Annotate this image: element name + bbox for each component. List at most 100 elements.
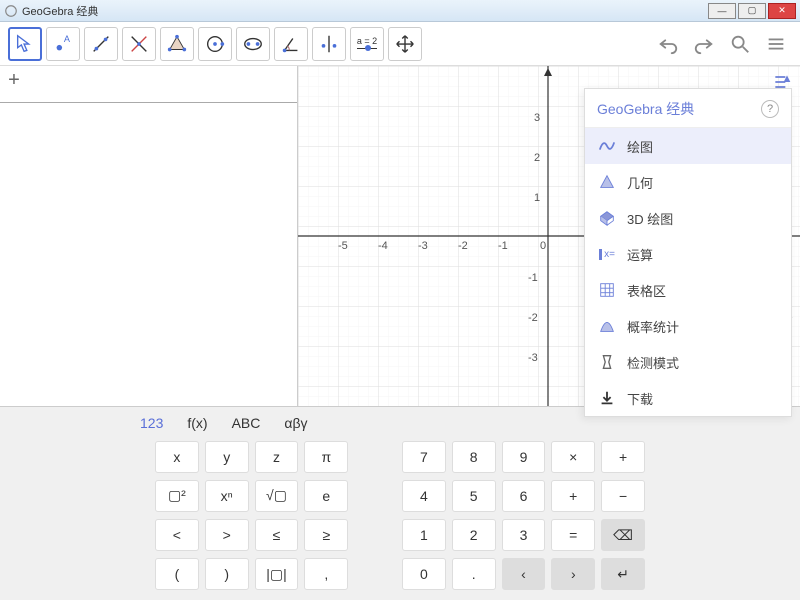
kb-tab-123[interactable]: 123 bbox=[140, 415, 163, 431]
3d-icon bbox=[597, 208, 617, 228]
maximize-button[interactable]: ▢ bbox=[738, 3, 766, 19]
tool-slider[interactable]: a = 2 bbox=[350, 27, 384, 61]
key-gap bbox=[354, 480, 396, 512]
menu-item-probability[interactable]: 概率统计 bbox=[585, 308, 791, 344]
key-⌫[interactable]: ⌫ bbox=[601, 519, 645, 551]
titlebar: GeoGebra 经典 — ▢ ✕ bbox=[0, 0, 800, 22]
key-8[interactable]: 8 bbox=[452, 441, 496, 473]
graphing-icon bbox=[597, 136, 617, 156]
menu-title: GeoGebra 经典 bbox=[597, 99, 761, 119]
key-<[interactable]: < bbox=[155, 519, 199, 551]
menu-label: 概率统计 bbox=[627, 317, 679, 336]
tool-move[interactable] bbox=[8, 27, 42, 61]
key-6[interactable]: 6 bbox=[502, 480, 546, 512]
menu-label: 绘图 bbox=[627, 137, 653, 156]
tool-ellipse[interactable] bbox=[236, 27, 270, 61]
key-)[interactable]: ) bbox=[205, 558, 249, 590]
axis-label: -1 bbox=[528, 272, 538, 284]
help-button[interactable]: ? bbox=[761, 100, 779, 118]
key-=[interactable]: = bbox=[551, 519, 595, 551]
algebra-view: + bbox=[0, 66, 298, 406]
tool-point[interactable]: A bbox=[46, 27, 80, 61]
key-×[interactable]: × bbox=[551, 441, 595, 473]
geometry-icon bbox=[597, 172, 617, 192]
exam-icon bbox=[597, 352, 617, 372]
tool-perpendicular[interactable] bbox=[122, 27, 156, 61]
menu-label: 运算 bbox=[627, 245, 653, 264]
menu-item-spreadsheet[interactable]: 表格区 bbox=[585, 272, 791, 308]
key-▢²[interactable]: ▢² bbox=[155, 480, 199, 512]
menu-item-3d[interactable]: 3D 绘图 bbox=[585, 200, 791, 236]
key-y[interactable]: y bbox=[205, 441, 249, 473]
key-π[interactable]: π bbox=[304, 441, 348, 473]
cas-icon: x= bbox=[597, 244, 617, 264]
minimize-button[interactable]: — bbox=[708, 3, 736, 19]
key-‹[interactable]: ‹ bbox=[502, 558, 546, 590]
tool-angle[interactable] bbox=[274, 27, 308, 61]
key-↵[interactable]: ↵ bbox=[601, 558, 645, 590]
svg-text:A: A bbox=[64, 34, 71, 44]
kb-tab-abc[interactable]: ABC bbox=[232, 415, 261, 431]
tool-line[interactable] bbox=[84, 27, 118, 61]
window-title: GeoGebra 经典 bbox=[22, 3, 98, 19]
menu-item-geometry[interactable]: 几何 bbox=[585, 164, 791, 200]
virtual-keyboard: 123 f(x) ABC αβγ xyzπ789×+▢²xⁿ√▢e456+−<>… bbox=[0, 406, 800, 600]
axis-label: -2 bbox=[458, 240, 468, 252]
key-gap bbox=[354, 519, 396, 551]
toolbar: A a = 2 bbox=[0, 22, 800, 66]
spreadsheet-icon bbox=[597, 280, 617, 300]
key-x[interactable]: x bbox=[155, 441, 199, 473]
axis-label: 1 bbox=[534, 192, 540, 204]
key-,[interactable]: , bbox=[304, 558, 348, 590]
undo-button[interactable] bbox=[652, 28, 684, 60]
tool-polygon[interactable] bbox=[160, 27, 194, 61]
app-icon bbox=[4, 4, 18, 18]
key-([interactable]: ( bbox=[155, 558, 199, 590]
key-2[interactable]: 2 bbox=[452, 519, 496, 551]
menu-button[interactable] bbox=[760, 28, 792, 60]
menu-item-download[interactable]: 下载 bbox=[585, 380, 791, 416]
key-e[interactable]: e bbox=[304, 480, 348, 512]
key-4[interactable]: 4 bbox=[402, 480, 446, 512]
perspectives-menu: GeoGebra 经典 ? 绘图 几何 3D 绘图 x=运算 表格区 概率统计 … bbox=[584, 88, 792, 417]
key-+[interactable]: + bbox=[551, 480, 595, 512]
axis-label: 2 bbox=[534, 152, 540, 164]
key-−[interactable]: − bbox=[601, 480, 645, 512]
axis-label: 3 bbox=[534, 112, 540, 124]
tool-move-view[interactable] bbox=[388, 27, 422, 61]
add-input-button[interactable]: + bbox=[0, 66, 28, 94]
key-+[interactable]: + bbox=[601, 441, 645, 473]
redo-button[interactable] bbox=[688, 28, 720, 60]
menu-item-exam[interactable]: 检测模式 bbox=[585, 344, 791, 380]
key-.[interactable]: . bbox=[452, 558, 496, 590]
menu-label: 3D 绘图 bbox=[627, 209, 673, 228]
divider bbox=[0, 102, 297, 103]
key-√▢[interactable]: √▢ bbox=[255, 480, 299, 512]
tool-circle[interactable] bbox=[198, 27, 232, 61]
kb-tab-greek[interactable]: αβγ bbox=[284, 415, 307, 431]
main-area: + 0 -1 -2 -3 -4 -5 1 2 3 -1 -2 -3 GeoGeb… bbox=[0, 66, 800, 406]
key-≤[interactable]: ≤ bbox=[255, 519, 299, 551]
tool-reflect[interactable] bbox=[312, 27, 346, 61]
key-›[interactable]: › bbox=[551, 558, 595, 590]
key-gap bbox=[354, 558, 396, 590]
close-button[interactable]: ✕ bbox=[768, 3, 796, 19]
key->[interactable]: > bbox=[205, 519, 249, 551]
axis-label: 0 bbox=[540, 240, 546, 252]
key-0[interactable]: 0 bbox=[402, 558, 446, 590]
key-z[interactable]: z bbox=[255, 441, 299, 473]
key-3[interactable]: 3 bbox=[502, 519, 546, 551]
key-9[interactable]: 9 bbox=[502, 441, 546, 473]
key-7[interactable]: 7 bbox=[402, 441, 446, 473]
download-icon bbox=[597, 388, 617, 408]
key-|▢|[interactable]: |▢| bbox=[255, 558, 299, 590]
menu-item-graphing[interactable]: 绘图 bbox=[585, 128, 791, 164]
key-1[interactable]: 1 bbox=[402, 519, 446, 551]
probability-icon bbox=[597, 316, 617, 336]
key-xⁿ[interactable]: xⁿ bbox=[205, 480, 249, 512]
search-button[interactable] bbox=[724, 28, 756, 60]
key-≥[interactable]: ≥ bbox=[304, 519, 348, 551]
kb-tab-fx[interactable]: f(x) bbox=[187, 415, 207, 431]
menu-item-cas[interactable]: x= 运算 bbox=[585, 236, 791, 272]
key-5[interactable]: 5 bbox=[452, 480, 496, 512]
